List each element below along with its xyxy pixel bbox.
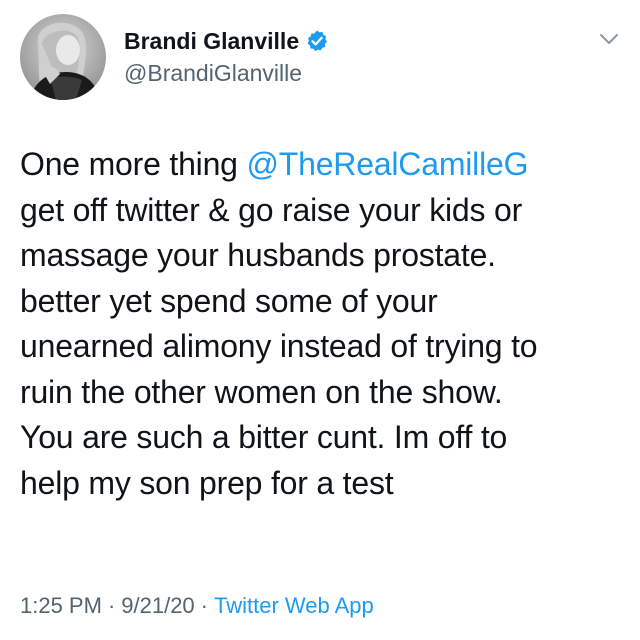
tweet-time[interactable]: 1:25 PM bbox=[20, 593, 102, 618]
tweet-line-prefix: One more thing bbox=[20, 146, 247, 182]
tweet-card: Brandi Glanville @BrandiGlanville One mo… bbox=[0, 0, 640, 640]
tweet-meta: 1:25 PM · 9/21/20 · Twitter Web App bbox=[20, 593, 374, 619]
tweet-line: unearned alimony instead of trying to bbox=[20, 328, 538, 364]
tweet-line: massage your husbands prostate. bbox=[20, 237, 496, 273]
tweet-line: You are such a bitter cunt. Im off to bbox=[20, 419, 508, 455]
author-handle[interactable]: @BrandiGlanville bbox=[124, 60, 302, 87]
tweet-line: get off twitter & go raise your kids or bbox=[20, 191, 523, 228]
tweet-line: better yet spend some of your bbox=[20, 282, 438, 319]
profile-photo-icon bbox=[20, 14, 106, 100]
chevron-down-icon[interactable] bbox=[596, 26, 622, 52]
tweet-text: One more thing @TheRealCamilleG get off … bbox=[20, 142, 630, 506]
verified-badge-icon bbox=[305, 29, 329, 53]
avatar[interactable] bbox=[20, 14, 106, 100]
meta-separator: · bbox=[107, 593, 116, 618]
tweet-line: help my son prep for a test bbox=[20, 464, 394, 501]
author-display-name[interactable]: Brandi Glanville bbox=[124, 28, 299, 55]
tweet-date[interactable]: 9/21/20 bbox=[121, 593, 194, 618]
mention-link[interactable]: @TheRealCamilleG bbox=[246, 146, 528, 182]
tweet-line: One more thing @TheRealCamilleG bbox=[20, 142, 630, 188]
tweet-source-link[interactable]: Twitter Web App bbox=[214, 593, 374, 618]
meta-separator: · bbox=[200, 593, 208, 618]
tweet-line: ruin the other women on the show. bbox=[20, 373, 503, 410]
author-name-row: Brandi Glanville bbox=[124, 26, 329, 56]
